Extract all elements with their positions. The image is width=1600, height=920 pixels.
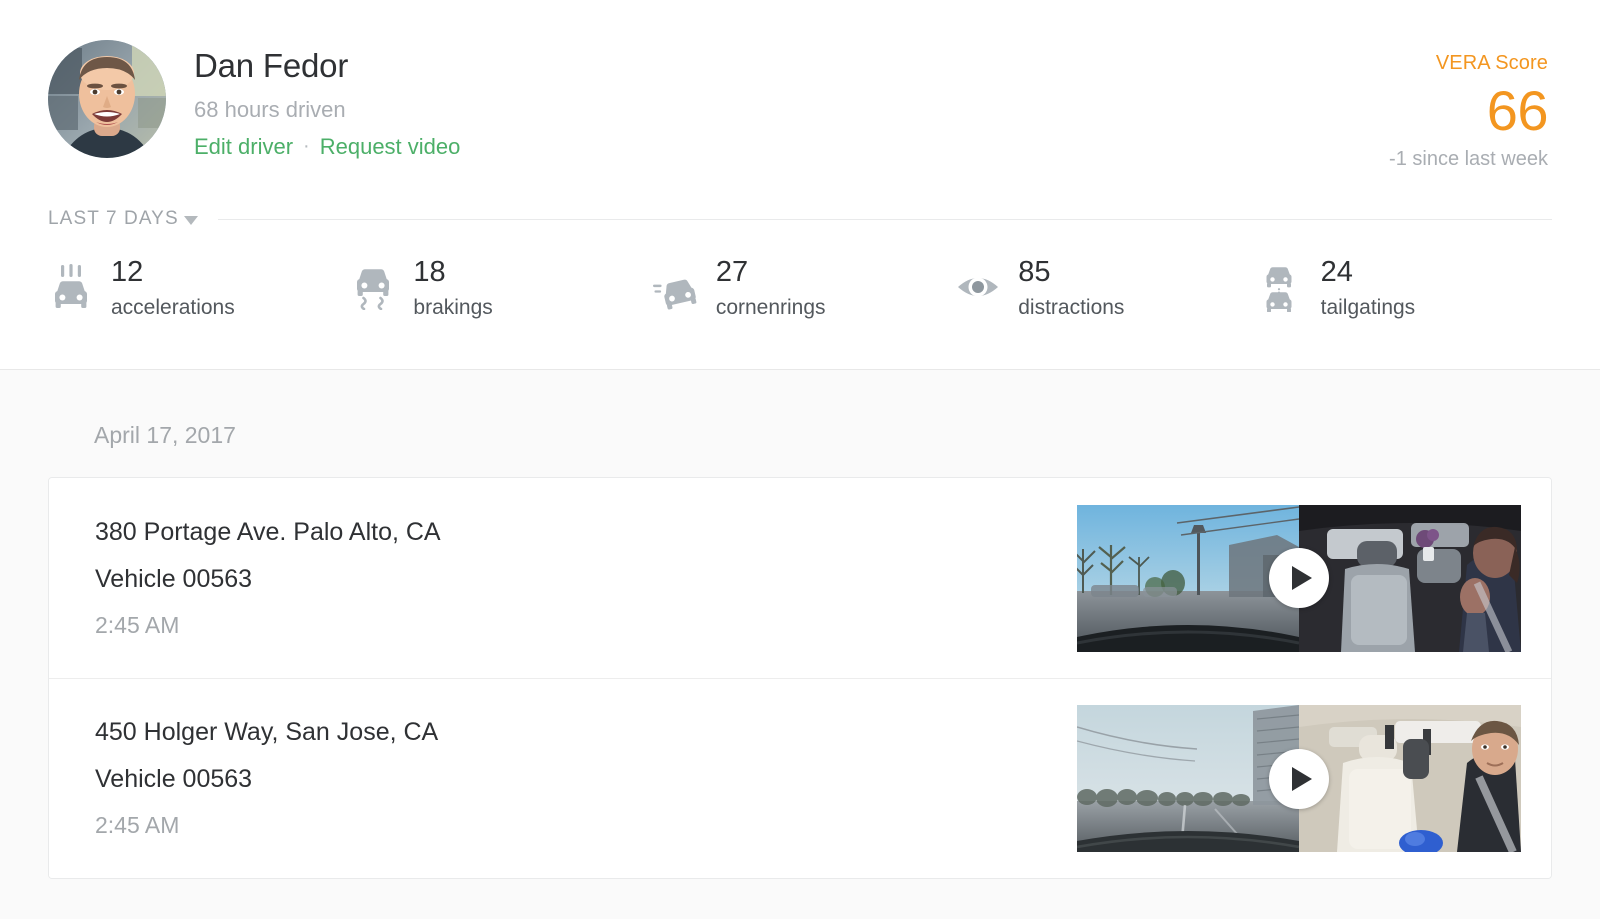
stat-brakings-text: 18 brakings	[413, 258, 492, 320]
event-video-thumbnail[interactable]	[1077, 504, 1521, 652]
vera-score-value: 66	[1486, 79, 1549, 142]
events-list: 380 Portage Ave. Palo Alto, CA Vehicle 0…	[48, 477, 1552, 879]
events-date-heading: April 17, 2017	[94, 422, 236, 448]
road-facing-dashcam-view	[1077, 705, 1299, 852]
event-address: 450 Holger Way, San Jose, CA	[95, 718, 439, 746]
car-cornering-icon	[652, 258, 699, 310]
stat-label: accelerations	[111, 296, 235, 319]
stats-row: 12 accelerations 18 brakings 27 cornenri…	[48, 258, 1560, 320]
stat-brakings: 18 brakings	[350, 258, 652, 320]
event-video-thumbnail[interactable]	[1077, 705, 1521, 852]
stat-value: 18	[413, 256, 446, 288]
period-selector[interactable]: LAST 7 DAYS	[48, 208, 198, 230]
stat-cornerings-text: 27 cornenrings	[716, 258, 826, 320]
stat-value: 85	[1018, 256, 1051, 288]
stat-tailgatings: 24 tailgatings	[1258, 258, 1560, 320]
car-braking-icon	[350, 258, 396, 310]
period-divider	[217, 218, 1552, 220]
play-icon[interactable]	[1269, 548, 1329, 608]
play-triangle	[1292, 766, 1312, 791]
period-filter-row: LAST 7 DAYS	[48, 208, 1552, 230]
play-icon[interactable]	[1269, 748, 1329, 809]
period-selector-label: LAST 7 DAYS	[48, 208, 179, 229]
stat-distractions-text: 85 distractions	[1018, 258, 1124, 320]
events-section: April 17, 2017 380 Portage Ave. Palo Alt…	[0, 370, 1600, 919]
driver-detail-page: Dan Fedor 68 hours driven Edit driver · …	[0, 0, 1600, 920]
vera-score-label: VERA Score	[1435, 52, 1548, 74]
stat-tailgatings-text: 24 tailgatings	[1321, 258, 1416, 320]
stat-label: brakings	[413, 296, 493, 319]
driver-hours-driven: 68 hours driven	[194, 96, 346, 122]
stat-value: 12	[111, 256, 144, 288]
driver-profile: Dan Fedor 68 hours driven Edit driver · …	[48, 40, 460, 160]
stat-accelerations: 12 accelerations	[48, 258, 350, 320]
stat-label: distractions	[1018, 296, 1125, 319]
stat-accelerations-text: 12 accelerations	[111, 258, 235, 320]
play-triangle	[1292, 566, 1312, 590]
event-row[interactable]: 380 Portage Ave. Palo Alto, CA Vehicle 0…	[49, 478, 1551, 678]
event-details: 450 Holger Way, San Jose, CA Vehicle 005…	[95, 720, 438, 837]
cabin-facing-camera-view	[1299, 504, 1521, 652]
vera-score-delta: -1 since last week	[1389, 148, 1548, 170]
driver-header: Dan Fedor 68 hours driven Edit driver · …	[0, 0, 1600, 370]
stat-distractions: 85 distractions	[955, 258, 1257, 320]
driver-avatar	[48, 40, 166, 158]
request-video-link[interactable]: Request video	[320, 134, 461, 160]
link-separator: ·	[303, 135, 310, 158]
driver-text-block: Dan Fedor 68 hours driven Edit driver · …	[194, 40, 460, 160]
event-time: 2:45 AM	[95, 611, 180, 638]
car-acceleration-icon	[48, 258, 94, 310]
stat-label: cornenrings	[715, 296, 826, 319]
driver-name: Dan Fedor	[194, 47, 349, 84]
stat-cornerings: 27 cornenrings	[652, 258, 955, 320]
edit-driver-link[interactable]: Edit driver	[194, 134, 293, 160]
vera-score-panel: VERA Score 66 -1 since last week	[1389, 52, 1548, 171]
eye-distraction-icon	[955, 258, 1001, 310]
driver-action-links: Edit driver · Request video	[194, 134, 460, 160]
stat-value: 24	[1320, 256, 1353, 288]
cabin-facing-camera-view	[1299, 705, 1521, 852]
event-address: 380 Portage Ave. Palo Alto, CA	[95, 517, 441, 546]
stat-value: 27	[715, 256, 749, 288]
chevron-down-icon	[183, 216, 198, 225]
event-time: 2:45 AM	[95, 812, 180, 838]
car-tailgating-icon	[1258, 258, 1304, 312]
stat-label: tailgatings	[1320, 296, 1416, 319]
event-vehicle: Vehicle 00563	[95, 765, 253, 793]
event-vehicle: Vehicle 00563	[95, 564, 253, 593]
event-details: 380 Portage Ave. Palo Alto, CA Vehicle 0…	[95, 517, 441, 638]
event-row[interactable]: 450 Holger Way, San Jose, CA Vehicle 005…	[49, 678, 1551, 878]
road-facing-dashcam-view	[1077, 504, 1299, 652]
